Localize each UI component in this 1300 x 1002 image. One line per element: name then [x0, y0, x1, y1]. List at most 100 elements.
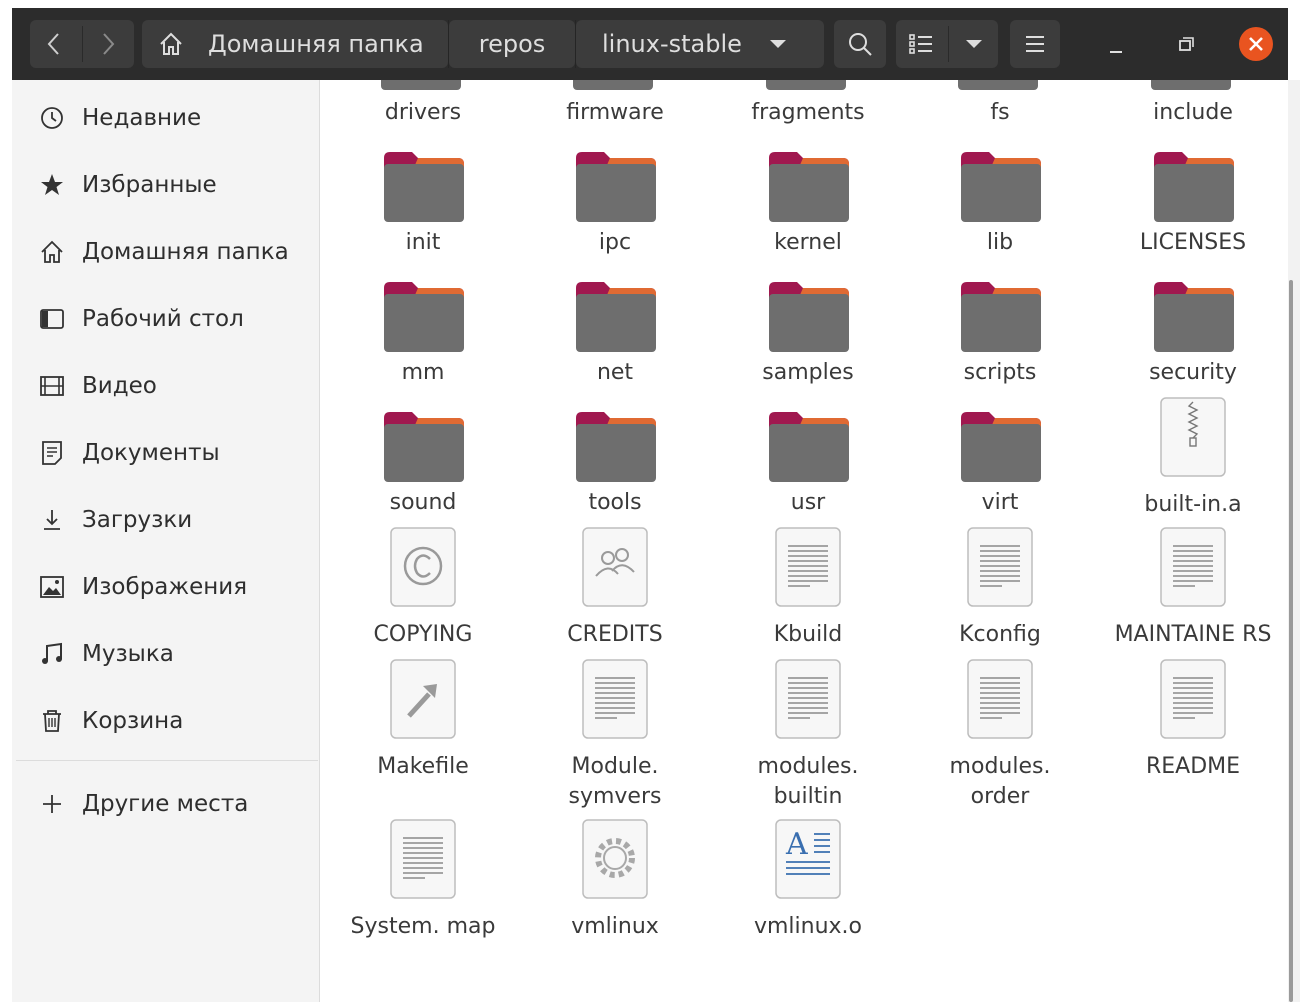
file-item[interactable]: vmlinux	[525, 819, 705, 982]
file-item[interactable]: README	[1103, 659, 1283, 822]
folder-icon	[1152, 150, 1236, 228]
file-item[interactable]: net	[525, 280, 705, 430]
file-name: README	[1145, 754, 1241, 779]
file-item[interactable]: firmware	[525, 80, 705, 140]
sidebar-item-label: Музыка	[82, 641, 174, 667]
chevron-down-icon[interactable]	[768, 38, 788, 50]
file-name: firmware	[566, 100, 664, 125]
sidebar-item-videos[interactable]: Видео	[12, 356, 319, 416]
file-item[interactable]: modules. builtin	[718, 659, 898, 822]
people-file-icon	[581, 526, 649, 612]
sidebar-item-documents[interactable]: Документы	[12, 423, 319, 483]
file-item[interactable]: Avmlinux.o	[718, 819, 898, 982]
folder-icon	[767, 280, 851, 358]
minimize-icon[interactable]	[1104, 32, 1128, 60]
file-name: virt	[981, 490, 1019, 515]
text-file-icon	[966, 526, 1034, 612]
sidebar-item-trash[interactable]: Корзина	[12, 691, 319, 751]
folder-icon	[959, 280, 1043, 358]
nav-buttons	[30, 20, 134, 68]
breadcrumb-repos[interactable]: repos	[449, 20, 575, 68]
breadcrumb-home[interactable]: Домашняя папка	[142, 20, 448, 68]
file-item[interactable]: scripts	[910, 280, 1090, 430]
file-name: MAINTAINE RS	[1114, 622, 1272, 647]
file-item[interactable]: fragments	[718, 80, 898, 140]
file-item[interactable]: kernel	[718, 150, 898, 300]
folder-icon	[959, 410, 1043, 488]
search-button[interactable]	[834, 20, 886, 68]
home-icon	[38, 238, 66, 266]
home-icon	[158, 31, 184, 57]
sidebar-item-music[interactable]: Музыка	[12, 624, 319, 684]
folder-icon	[574, 410, 658, 488]
file-item[interactable]: Module. symvers	[525, 659, 705, 822]
file-grid: drivers firmware fragments fs include init ipc…	[321, 80, 1288, 1002]
file-name: modules. builtin	[757, 754, 859, 809]
sidebar-item-desktop[interactable]: Рабочий стол	[12, 289, 319, 349]
file-name: tools	[588, 490, 642, 515]
sidebar-item-home[interactable]: Домашняя папка	[12, 222, 319, 282]
chevron-left-icon[interactable]	[44, 32, 64, 56]
file-item[interactable]: ipc	[525, 150, 705, 300]
file-name: kernel	[774, 230, 842, 255]
file-name: modules. order	[949, 754, 1051, 809]
text-file-icon	[581, 658, 649, 744]
chevron-right-icon[interactable]	[98, 32, 118, 56]
view-buttons	[896, 20, 998, 68]
menu-button[interactable]	[1010, 20, 1060, 68]
document-icon	[38, 439, 66, 467]
file-name: scripts	[963, 360, 1037, 385]
file-name: security	[1149, 360, 1237, 385]
download-icon	[38, 506, 66, 534]
file-item[interactable]: include	[1103, 80, 1283, 140]
text-file-icon	[774, 526, 842, 612]
file-name: include	[1153, 100, 1233, 125]
file-item[interactable]: lib	[910, 150, 1090, 300]
scrollbar[interactable]	[1289, 280, 1293, 1002]
file-name: ipc	[598, 230, 632, 255]
file-name: vmlinux	[571, 914, 659, 939]
sidebar-item-other-locations[interactable]: Другие места	[12, 774, 319, 834]
file-name: usr	[790, 490, 826, 515]
folder-icon	[382, 150, 466, 228]
file-name: sound	[389, 490, 457, 515]
file-name: mm	[401, 360, 445, 385]
header-bar: Домашняя папка repos linux-stable	[12, 8, 1288, 80]
hamburger-menu-icon	[1024, 33, 1046, 55]
folder-icon	[1152, 280, 1236, 358]
sidebar-item-pictures[interactable]: Изображения	[12, 557, 319, 617]
file-name: LICENSES	[1139, 230, 1247, 255]
file-item[interactable]: Makefile	[333, 659, 513, 822]
file-item[interactable]: fs	[910, 80, 1090, 140]
breadcrumb-label: Домашняя папка	[208, 30, 424, 58]
font-file-icon: A	[774, 818, 842, 904]
list-view-icon[interactable]	[908, 32, 934, 56]
file-item[interactable]: System. map	[333, 819, 513, 982]
sidebar-item-label: Домашняя папка	[82, 239, 289, 265]
file-name: fs	[990, 100, 1010, 125]
sidebar-divider	[16, 760, 318, 761]
file-name: COPYING	[373, 622, 473, 647]
copyright-file-icon	[389, 526, 457, 612]
desktop-icon	[38, 305, 66, 333]
sidebar-item-starred[interactable]: Избранные	[12, 155, 319, 215]
file-item[interactable]: samples	[718, 280, 898, 430]
chevron-down-icon[interactable]	[964, 38, 984, 50]
text-file-icon	[1159, 526, 1227, 612]
file-item[interactable]: modules. order	[910, 659, 1090, 822]
close-icon[interactable]	[1238, 26, 1274, 66]
file-item[interactable]: init	[333, 150, 513, 300]
maximize-icon[interactable]	[1174, 32, 1198, 60]
music-icon	[38, 640, 66, 668]
window-edge	[0, 0, 12, 1002]
breadcrumb-linux-stable[interactable]: linux-stable	[576, 20, 824, 68]
sidebar-item-downloads[interactable]: Загрузки	[12, 490, 319, 550]
sidebar-item-label: Корзина	[82, 708, 184, 734]
file-item[interactable]: mm	[333, 280, 513, 430]
file-item[interactable]: LICENSES	[1103, 150, 1283, 300]
sidebar-item-recent[interactable]: Недавние	[12, 88, 319, 148]
file-item[interactable]: drivers	[333, 80, 513, 140]
folder-icon	[382, 280, 466, 358]
folder-icon	[574, 280, 658, 358]
trash-icon	[38, 707, 66, 735]
